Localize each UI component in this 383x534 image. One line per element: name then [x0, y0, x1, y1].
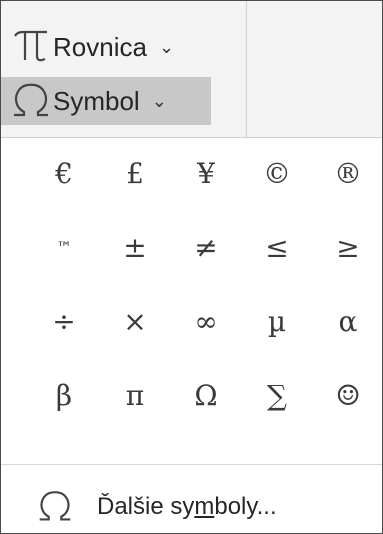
symbol-cell[interactable]: ☺ — [313, 360, 382, 430]
symbol-cell[interactable]: π — [100, 360, 170, 430]
ribbon-group: Rovnica ⌄ Symbol ⌄ — [1, 1, 382, 137]
ribbon-separator — [246, 1, 247, 137]
symbol-cell[interactable]: ≠ — [171, 212, 241, 282]
symbol-cell[interactable]: ® — [313, 138, 382, 208]
menu-divider — [1, 464, 382, 465]
symbol-cell[interactable]: ÷ — [29, 286, 99, 356]
symbol-cell[interactable]: ± — [100, 212, 170, 282]
symbol-cell[interactable]: β — [29, 360, 99, 430]
symbol-cell[interactable]: ∑ — [242, 360, 312, 430]
chevron-down-icon: ⌄ — [158, 36, 175, 57]
equation-button[interactable]: Rovnica ⌄ — [1, 23, 233, 71]
symbol-cell[interactable]: € — [29, 138, 99, 208]
symbol-cell[interactable]: α — [313, 286, 382, 356]
symbol-cell[interactable]: ∞ — [171, 286, 241, 356]
symbol-cell[interactable]: © — [242, 138, 312, 208]
symbol-cell[interactable]: ≥ — [313, 212, 382, 282]
more-symbols-accesskey: m — [194, 493, 215, 520]
symbol-cell[interactable]: Ω — [171, 360, 241, 430]
omega-icon — [9, 79, 53, 124]
symbol-button[interactable]: Symbol ⌄ — [1, 77, 211, 125]
more-symbols-label-part: boly... — [214, 493, 277, 520]
omega-icon — [33, 487, 77, 528]
chevron-down-icon: ⌄ — [151, 90, 167, 111]
symbol-grid: € £ ¥ © ® ™ ± ≠ ≤ ≥ ÷ × ∞ µ α β π Ω ∑ ☺ — [1, 138, 382, 478]
more-symbols-button[interactable]: Ďalšie symboly... — [1, 483, 382, 531]
symbol-cell[interactable]: ™ — [29, 212, 99, 282]
equation-label: Rovnica — [53, 31, 147, 62]
symbol-dropdown-window: Rovnica ⌄ Symbol ⌄ € £ ¥ © ® ™ ± ≠ ≤ ≥ ÷… — [0, 0, 383, 534]
more-symbols-label: Ďalšie symboly... — [97, 493, 277, 521]
symbol-cell[interactable]: ≤ — [242, 212, 312, 282]
symbol-label: Symbol — [53, 85, 140, 116]
more-symbols-label-part: Ďalšie sy — [97, 493, 195, 520]
symbol-cell[interactable]: µ — [242, 286, 312, 356]
symbol-cell[interactable]: £ — [100, 138, 170, 208]
symbol-cell[interactable]: × — [100, 286, 170, 356]
symbol-cell[interactable]: ¥ — [171, 138, 241, 208]
pi-icon — [9, 26, 53, 69]
